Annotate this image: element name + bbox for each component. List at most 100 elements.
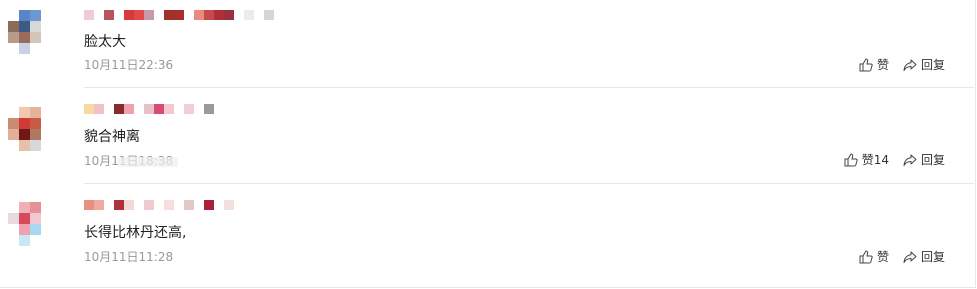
avatar[interactable] (8, 202, 52, 246)
reply-arrow-icon (903, 154, 917, 166)
avatar-pixel (30, 10, 41, 21)
avatar-pixel (30, 235, 41, 246)
username-pixel (184, 200, 194, 210)
avatar-pixel (8, 224, 19, 235)
avatar-pixel (8, 202, 19, 213)
username-pixel (204, 200, 214, 210)
avatar-pixel (8, 235, 19, 246)
avatar-pixel (19, 21, 30, 32)
comment-actions: 赞 回复 (845, 57, 945, 73)
username-pixel (124, 200, 134, 210)
username-pixel (84, 104, 94, 114)
avatar[interactable] (8, 10, 52, 54)
username-pixel (104, 104, 114, 114)
username[interactable] (84, 103, 214, 115)
avatar-pixel (30, 202, 41, 213)
username-pixel (124, 104, 134, 114)
username-pixel (264, 10, 274, 20)
avatar-pixel (19, 118, 30, 129)
username-pixel (174, 10, 184, 20)
username-pixel (94, 200, 104, 210)
username-pixel (94, 104, 104, 114)
avatar-pixel (19, 32, 30, 43)
avatar-pixel (8, 107, 19, 118)
username-pixel (144, 104, 154, 114)
like-button[interactable]: 赞 (859, 249, 889, 265)
avatar-pixel (19, 10, 30, 21)
reply-label: 回复 (920, 58, 945, 72)
like-button[interactable]: 赞14 (844, 152, 889, 168)
avatar-pixel (41, 213, 52, 224)
username-pixel (84, 10, 94, 20)
comment-text: 长得比林丹还高, (84, 225, 187, 241)
username[interactable] (84, 199, 234, 211)
username-pixel (254, 10, 264, 20)
time-redaction (118, 157, 178, 167)
username-pixel (94, 10, 104, 20)
avatar[interactable] (8, 107, 52, 151)
avatar-pixel (8, 43, 19, 54)
avatar-pixel (30, 140, 41, 151)
avatar-pixel (41, 202, 52, 213)
avatar-pixel (19, 213, 30, 224)
avatar-pixel (41, 10, 52, 21)
like-label: 赞14 (861, 153, 889, 167)
username-pixel (234, 10, 244, 20)
username-pixel (164, 10, 174, 20)
username-pixel (214, 10, 224, 20)
avatar-pixel (30, 107, 41, 118)
username-pixel (224, 10, 234, 20)
reply-arrow-icon (903, 251, 917, 263)
username-pixel (154, 200, 164, 210)
reply-label: 回复 (920, 250, 945, 264)
reply-button[interactable]: 回复 (903, 249, 945, 265)
username-pixel (144, 200, 154, 210)
username-pixel (194, 10, 204, 20)
comment-divider (84, 183, 974, 184)
username-pixel (104, 10, 114, 20)
username-pixel (184, 104, 194, 114)
like-label: 赞 (876, 250, 889, 264)
username-pixel (124, 10, 134, 20)
username[interactable] (84, 9, 274, 21)
reply-button[interactable]: 回复 (903, 152, 945, 168)
avatar-pixel (41, 21, 52, 32)
avatar-pixel (41, 43, 52, 54)
comment-list: 脸太大 10月11日22:36 赞 回复 貌合神离 10月11日18:38 (0, 0, 976, 288)
username-pixel (154, 10, 164, 20)
comment-text: 貌合神离 (84, 129, 140, 145)
avatar-pixel (8, 140, 19, 151)
avatar-pixel (30, 129, 41, 140)
avatar-pixel (30, 32, 41, 43)
avatar-pixel (19, 235, 30, 246)
avatar-pixel (41, 32, 52, 43)
username-pixel (204, 10, 214, 20)
comment-actions: 赞 回复 (845, 249, 945, 265)
username-pixel (84, 200, 94, 210)
avatar-pixel (30, 43, 41, 54)
comment-text: 脸太大 (84, 34, 126, 50)
username-pixel (204, 104, 214, 114)
reply-arrow-icon (903, 59, 917, 71)
username-pixel (224, 200, 234, 210)
like-button[interactable]: 赞 (859, 57, 889, 73)
avatar-pixel (30, 224, 41, 235)
username-pixel (174, 104, 184, 114)
avatar-pixel (8, 10, 19, 21)
avatar-pixel (19, 129, 30, 140)
reply-button[interactable]: 回复 (903, 57, 945, 73)
avatar-pixel (30, 21, 41, 32)
avatar-pixel (8, 213, 19, 224)
thumbs-up-icon (859, 58, 873, 72)
username-pixel (114, 104, 124, 114)
username-pixel (214, 200, 224, 210)
username-pixel (184, 10, 194, 20)
username-pixel (244, 10, 254, 20)
avatar-pixel (41, 129, 52, 140)
like-label: 赞 (876, 58, 889, 72)
username-pixel (114, 10, 124, 20)
comment-time: 10月11日11:28 (84, 250, 174, 264)
username-pixel (174, 200, 184, 210)
username-pixel (114, 200, 124, 210)
avatar-pixel (19, 140, 30, 151)
